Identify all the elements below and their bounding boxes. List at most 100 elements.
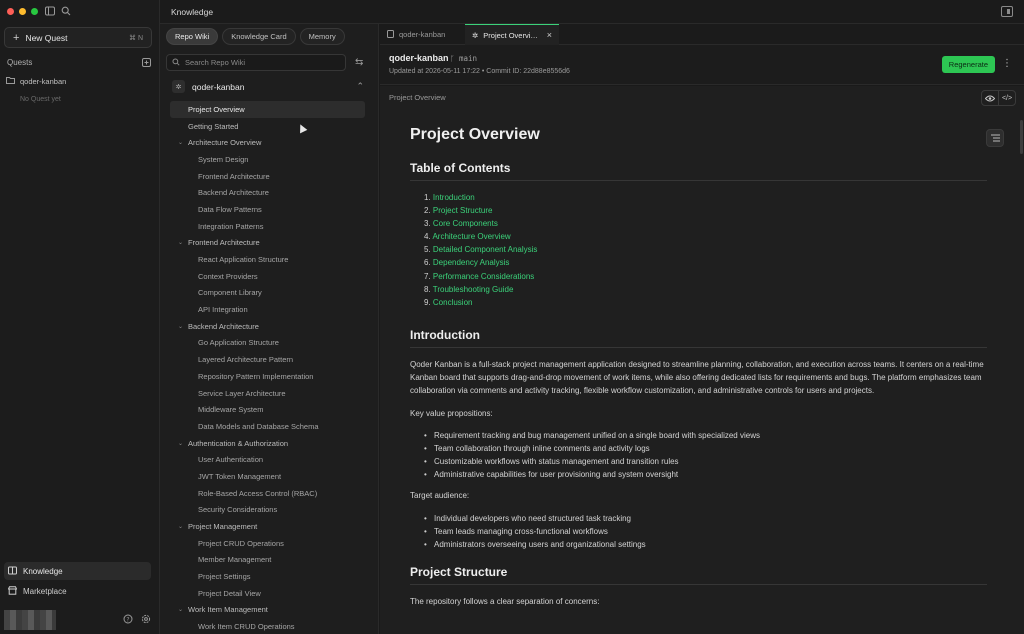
toc-link[interactable]: Troubleshooting Guide (433, 285, 514, 294)
help-icon[interactable]: ? (123, 614, 133, 626)
tree-section[interactable]: ⌄ Architecture Overview (170, 134, 365, 151)
filter-icon[interactable]: ⇆ (355, 57, 363, 68)
toc-number: 1. (424, 193, 431, 202)
doc-meta: Updated at 2026-05-11 17:22 • Commit ID:… (389, 68, 570, 75)
table-of-contents-icon[interactable] (986, 129, 1004, 147)
tab-repo-wiki[interactable]: Repo Wiki (166, 28, 219, 45)
wiki-tabs: Repo Wiki Knowledge Card Memory (166, 28, 345, 45)
tree-item[interactable]: React Application Structure (170, 251, 365, 268)
close-window-button[interactable] (7, 8, 14, 15)
eye-icon[interactable] (982, 91, 999, 105)
audience-label: Target audience: (410, 491, 470, 501)
left-sidebar: + New Quest ⌘ N Quests qoder-kanban No Q… (0, 0, 160, 634)
toc-item: 1. Introduction (424, 191, 987, 204)
more-options-icon[interactable]: ⋮ (1002, 58, 1012, 69)
tree-item[interactable]: Data Models and Database Schema (170, 418, 365, 435)
toc-link[interactable]: Conclusion (433, 298, 473, 307)
tree-item-label: JWT Token Management (198, 471, 282, 481)
quest-group-qoder-kanban[interactable]: qoder-kanban (6, 76, 66, 86)
tree-item-label: Security Considerations (198, 505, 278, 515)
toc-number: 3. (424, 219, 431, 229)
tree-section[interactable]: ⌄ Frontend Architecture (170, 235, 365, 252)
tree-item-label: React Application Structure (198, 255, 289, 265)
tree-item-label: System Design (198, 154, 249, 164)
gear-icon[interactable] (141, 614, 151, 626)
tree-item[interactable]: Security Considerations (170, 502, 365, 519)
minimize-window-button[interactable] (19, 8, 26, 15)
tree-item[interactable]: Project Settings (170, 568, 365, 585)
branch-label: ᚴ main (450, 54, 477, 63)
tree-item[interactable]: Member Management (170, 552, 365, 569)
tree-item[interactable]: Component Library (170, 285, 365, 302)
tree-item[interactable]: Project Detail View (170, 585, 365, 602)
tree-item[interactable]: Project Overview (170, 101, 365, 118)
tree-item[interactable]: Repository Pattern Implementation (170, 368, 365, 385)
quests-title: Quests (7, 58, 33, 67)
chevron-up-icon[interactable]: ⌃ (356, 81, 364, 92)
toc-link[interactable]: Detailed Component Analysis (433, 245, 538, 254)
toc-link[interactable]: Architecture Overview (432, 232, 510, 241)
tree-item-label: User Authentication (198, 455, 264, 465)
new-quest-button[interactable]: + New Quest ⌘ N (4, 27, 152, 48)
tree-item[interactable]: Data Flow Patterns (170, 201, 365, 218)
toc-link[interactable]: Core Components (433, 219, 498, 228)
toc-number: 9. (424, 297, 431, 307)
tree-item[interactable]: User Authentication (170, 451, 365, 468)
search-icon[interactable] (61, 6, 71, 16)
panel-layout-icon[interactable] (1001, 6, 1013, 17)
code-icon[interactable]: </> (999, 91, 1015, 105)
tree-item[interactable]: Role-Based Access Control (RBAC) (170, 485, 365, 502)
toc-number: 2. (424, 206, 431, 216)
tab-knowledge-card[interactable]: Knowledge Card (222, 28, 296, 45)
nav-marketplace[interactable]: Marketplace (4, 582, 151, 600)
avatar[interactable] (4, 610, 56, 630)
maximize-window-button[interactable] (31, 8, 38, 15)
tree-item[interactable]: JWT Token Management (170, 468, 365, 485)
tree-section[interactable]: ⌄ Work Item Management (170, 602, 365, 619)
scrollbar[interactable] (1020, 120, 1023, 154)
chevron-down-icon: ⌄ (178, 323, 184, 330)
tree-item[interactable]: API Integration (170, 301, 365, 318)
tree-item[interactable]: Layered Architecture Pattern (170, 351, 365, 368)
tree-item[interactable]: Middleware System (170, 401, 365, 418)
tree-item-label: Service Layer Architecture (198, 388, 286, 398)
tree-item-label: Frontend Architecture (198, 171, 270, 181)
chevron-down-icon: ⌄ (178, 607, 184, 614)
tree-item[interactable]: Go Application Structure (170, 335, 365, 352)
tree-item[interactable]: Getting Started (170, 118, 365, 135)
tree-item[interactable]: Context Providers (170, 268, 365, 285)
tree-item[interactable]: Frontend Architecture (170, 168, 365, 185)
tree-item[interactable]: Backend Architecture (170, 184, 365, 201)
tree-item[interactable]: Service Layer Architecture (170, 385, 365, 402)
repo-header[interactable]: ✲ qoder-kanban ⌃ (172, 80, 364, 93)
nav-knowledge[interactable]: Knowledge (4, 562, 151, 580)
tab-project-overview[interactable]: ✲ Project Overvi… × (465, 24, 559, 45)
toc-link[interactable]: Introduction (433, 193, 475, 202)
regenerate-button[interactable]: Regenerate (941, 56, 995, 73)
tree-item[interactable]: Project CRUD Operations (170, 535, 365, 552)
toc-link[interactable]: Dependency Analysis (433, 258, 510, 267)
add-quest-icon[interactable] (142, 58, 151, 69)
store-icon (7, 585, 18, 597)
window-controls (7, 8, 38, 15)
tree-section[interactable]: ⌄ Project Management (170, 518, 365, 535)
tree-item[interactable]: Integration Patterns (170, 218, 365, 235)
sidebar-toggle-icon[interactable] (45, 6, 55, 16)
list-item: Team collaboration through inline commen… (424, 442, 987, 455)
tree-section[interactable]: ⌄ Backend Architecture (170, 318, 365, 335)
tree-section[interactable]: ⌄ Authentication & Authorization (170, 435, 365, 452)
close-icon[interactable]: × (547, 30, 552, 40)
chevron-down-icon: ⌄ (178, 240, 184, 247)
tree-item[interactable]: System Design (170, 151, 365, 168)
tree-item-label: Backend Architecture (188, 321, 259, 331)
tab-memory[interactable]: Memory (299, 28, 345, 45)
toc-link[interactable]: Project Structure (433, 206, 493, 215)
toc-link[interactable]: Performance Considerations (433, 272, 534, 281)
wiki-search-input[interactable]: Search Repo Wiki (166, 54, 346, 71)
article-title: Project Overview (410, 126, 540, 143)
tree-item-label: Middleware System (198, 405, 264, 415)
tree-item[interactable]: Work Item CRUD Operations (170, 618, 365, 634)
top-bar: Knowledge (160, 0, 1024, 24)
tree-item-label: Work Item CRUD Operations (198, 622, 295, 632)
tab-qoder-kanban[interactable]: qoder-kanban (380, 24, 464, 45)
